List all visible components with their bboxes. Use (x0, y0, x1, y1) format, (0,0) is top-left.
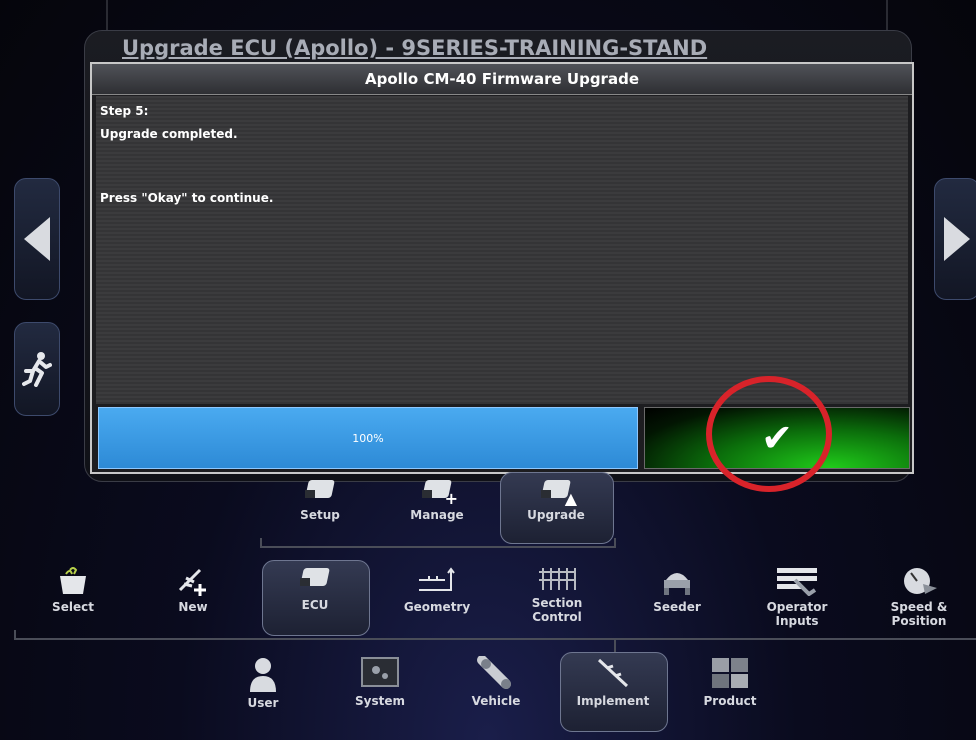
menu-label: Setup (300, 508, 340, 522)
menu-label: User (247, 696, 279, 710)
geometry-button[interactable]: Geometry (392, 566, 482, 614)
connector-tick (14, 630, 16, 640)
section-control-button[interactable]: Section Control (512, 566, 602, 624)
menu-label: Geometry (403, 600, 471, 614)
menu-label: Manage (410, 508, 464, 522)
ecu-setup-button[interactable]: Setup (275, 478, 365, 522)
menu-label: Operator Inputs (766, 600, 828, 628)
ecu-upgrade-button[interactable]: ▲ Upgrade (511, 478, 601, 522)
step-label: Step 5: (100, 104, 149, 118)
background-window-title: Upgrade ECU (Apollo) - 9SERIES-TRAINING-… (122, 36, 708, 60)
select-implement-button[interactable]: Select (28, 566, 118, 614)
product-button[interactable]: Product (685, 656, 775, 708)
menu-label: Section Control (531, 596, 583, 624)
connector-tick (614, 538, 616, 548)
progress-label: 100% (352, 431, 384, 445)
menu-label: Upgrade (527, 508, 585, 522)
vehicle-button[interactable]: Vehicle (451, 656, 541, 708)
ecu-upgrade-icon: ▲ (539, 478, 577, 508)
menu-label: Seeder (653, 600, 701, 614)
section-control-icon (539, 568, 576, 590)
exit-button[interactable] (14, 322, 60, 416)
arrow-left-icon (24, 217, 50, 261)
basket-icon (60, 567, 86, 594)
operator-inputs-button[interactable]: Operator Inputs (752, 566, 842, 628)
seeder-button[interactable]: Seeder (632, 566, 722, 614)
ecu-manage-button[interactable]: + Manage (392, 478, 482, 522)
status-text: Upgrade completed. (100, 127, 238, 141)
menu-label: ECU (301, 598, 329, 612)
system-icon (361, 657, 399, 687)
menu-connector (14, 638, 976, 640)
ecu-manage-icon: + (420, 478, 458, 508)
product-icon (712, 658, 748, 688)
new-implement-icon (178, 568, 206, 596)
ecu-icon (298, 566, 332, 592)
submenu-connector (260, 546, 616, 548)
highlight-circle (706, 376, 832, 492)
ecu-setup-icon (303, 478, 337, 504)
vehicle-icon (477, 656, 511, 689)
implement-button[interactable]: Implement (568, 656, 658, 708)
operator-inputs-icon (777, 568, 817, 596)
dialog-message: Step 5: Upgrade completed. Press "Okay" … (96, 96, 908, 404)
connector-tick (614, 638, 616, 652)
new-implement-button[interactable]: New (148, 566, 238, 614)
previous-page-button[interactable] (14, 178, 60, 300)
speed-position-button[interactable]: Speed & Position (874, 566, 964, 628)
menu-label: Select (52, 600, 94, 614)
speedometer-icon (904, 568, 937, 594)
menu-label: Product (703, 694, 757, 708)
instruction-text: Press "Okay" to continue. (100, 191, 274, 205)
next-page-button[interactable] (934, 178, 976, 300)
running-man-exit-icon (22, 352, 52, 387)
menu-label: New (178, 600, 208, 614)
user-button[interactable]: User (218, 656, 308, 710)
geometry-icon (419, 567, 455, 591)
screen: Upgrade ECU (Apollo) - 9SERIES-TRAINING-… (0, 0, 976, 740)
menu-label: Implement (576, 694, 650, 708)
menu-label: Vehicle (471, 694, 521, 708)
menu-label: Speed & Position (890, 600, 948, 628)
connector-tick (260, 538, 262, 548)
dialog-title: Apollo CM-40 Firmware Upgrade (92, 64, 912, 95)
menu-label: System (355, 694, 405, 708)
seeder-icon (664, 573, 690, 595)
arrow-right-icon (944, 217, 970, 261)
ecu-button[interactable]: ECU (270, 566, 360, 612)
progress-bar: 100% (98, 407, 638, 469)
system-button[interactable]: System (335, 656, 425, 708)
user-icon (250, 658, 276, 692)
implement-icon (597, 658, 629, 688)
